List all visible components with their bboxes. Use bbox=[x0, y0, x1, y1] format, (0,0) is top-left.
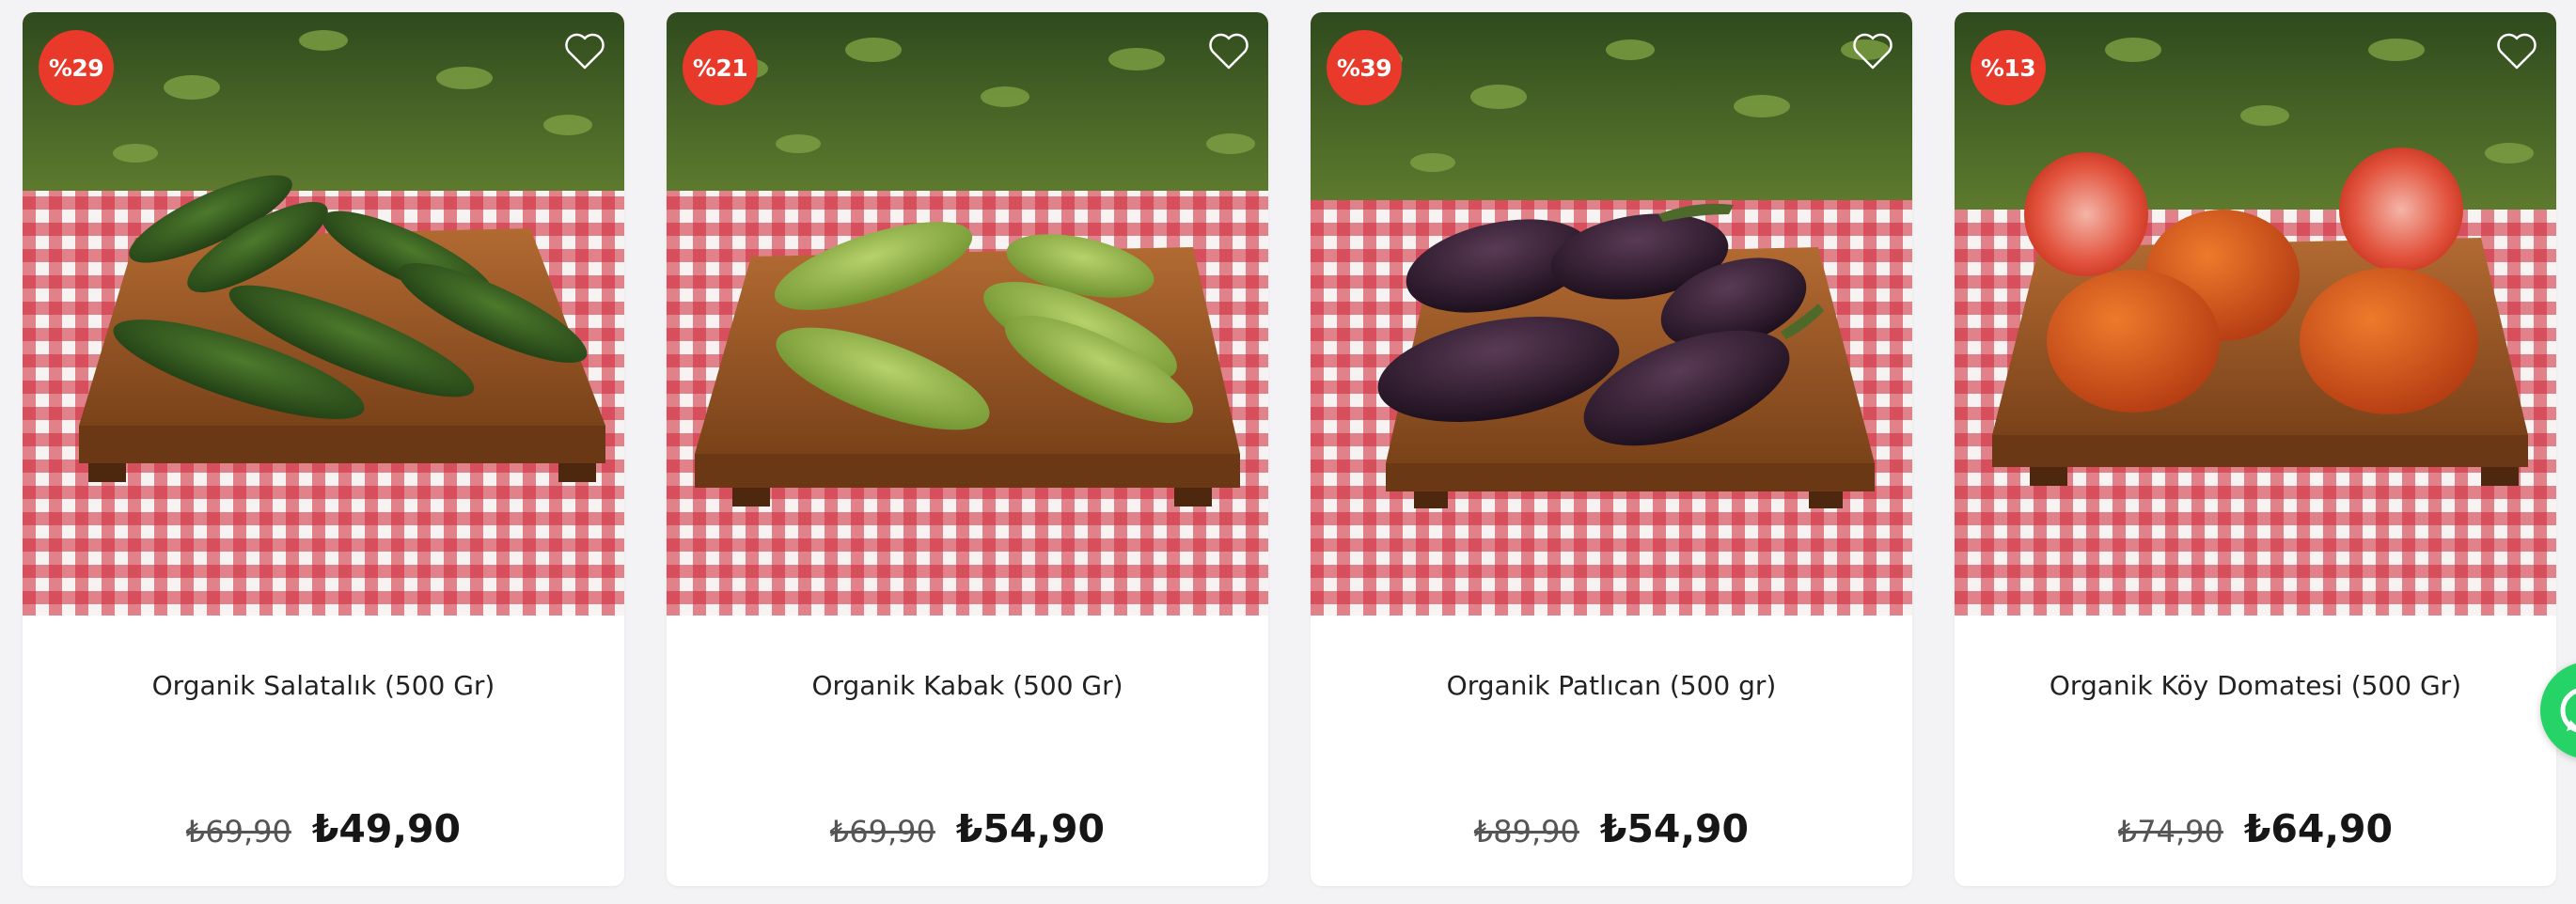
product-card[interactable]: %29 Organik Salatalık (500 Gr) ₺69,90 ₺4… bbox=[23, 12, 624, 886]
old-price: ₺89,90 bbox=[1473, 814, 1579, 849]
eggplants-image bbox=[1311, 12, 1912, 616]
product-image[interactable]: %29 bbox=[23, 12, 624, 616]
price-row: ₺69,90 ₺49,90 bbox=[23, 806, 624, 851]
cucumbers-image bbox=[23, 12, 624, 616]
heart-outline-icon[interactable] bbox=[1852, 33, 1893, 70]
old-price: ₺69,90 bbox=[185, 814, 291, 849]
current-price: ₺54,90 bbox=[955, 806, 1106, 851]
product-image[interactable]: %21 bbox=[667, 12, 1268, 616]
heart-outline-icon[interactable] bbox=[2496, 33, 2537, 70]
discount-badge: %39 bbox=[1327, 30, 1402, 105]
product-card[interactable]: %13 Organik Köy Domatesi (500 Gr) ₺74,90… bbox=[1955, 12, 2556, 886]
discount-badge: %29 bbox=[39, 30, 114, 105]
product-image[interactable]: %13 bbox=[1955, 12, 2556, 616]
current-price: ₺64,90 bbox=[2243, 806, 2394, 851]
product-title[interactable]: Organik Köy Domatesi (500 Gr) bbox=[1955, 670, 2556, 701]
product-title[interactable]: Organik Salatalık (500 Gr) bbox=[23, 670, 624, 701]
old-price: ₺74,90 bbox=[2117, 814, 2223, 849]
price-row: ₺89,90 ₺54,90 bbox=[1311, 806, 1912, 851]
discount-badge: %13 bbox=[1971, 30, 2046, 105]
zucchini-image bbox=[667, 12, 1268, 616]
current-price: ₺54,90 bbox=[1599, 806, 1750, 851]
heart-outline-icon[interactable] bbox=[1208, 33, 1249, 70]
discount-badge: %21 bbox=[683, 30, 758, 105]
heart-outline-icon[interactable] bbox=[564, 33, 605, 70]
product-grid: %29 Organik Salatalık (500 Gr) ₺69,90 ₺4… bbox=[0, 0, 2576, 904]
old-price: ₺69,90 bbox=[829, 814, 935, 849]
product-title[interactable]: Organik Kabak (500 Gr) bbox=[667, 670, 1268, 701]
price-row: ₺74,90 ₺64,90 bbox=[1955, 806, 2556, 851]
price-row: ₺69,90 ₺54,90 bbox=[667, 806, 1268, 851]
product-image[interactable]: %39 bbox=[1311, 12, 1912, 616]
tomatoes-image bbox=[1955, 12, 2556, 616]
product-title[interactable]: Organik Patlıcan (500 gr) bbox=[1311, 670, 1912, 701]
whatsapp-icon bbox=[2560, 688, 2576, 733]
current-price: ₺49,90 bbox=[311, 806, 462, 851]
product-card[interactable]: %21 Organik Kabak (500 Gr) ₺69,90 ₺54,90 bbox=[667, 12, 1268, 886]
product-card[interactable]: %39 Organik Patlıcan (500 gr) ₺89,90 ₺54… bbox=[1311, 12, 1912, 886]
